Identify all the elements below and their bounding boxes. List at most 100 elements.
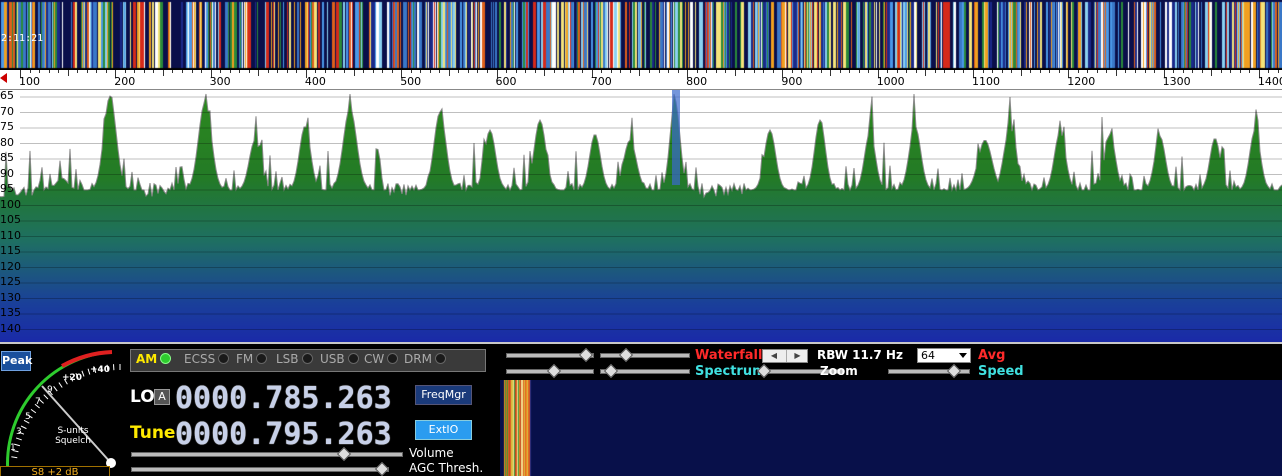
smeter-mode-label[interactable]: S-units Squelch (48, 426, 98, 446)
avg-select[interactable]: 64 (917, 348, 971, 363)
mode-button-lsb[interactable]: LSB (276, 352, 313, 370)
mode-button-label: USB (320, 352, 345, 366)
frequency-scale-label: 400 (304, 75, 326, 88)
frequency-scale-label: 1300 (1162, 75, 1191, 88)
frequency-scale-label: 800 (686, 75, 708, 88)
agc-threshold-slider-thumb[interactable] (375, 461, 390, 476)
rbw-decrease-icon[interactable]: ◀ (763, 350, 785, 362)
scale-minor-tick (267, 70, 269, 73)
scale-minor-tick (201, 70, 203, 73)
slider-thumb[interactable] (946, 363, 962, 379)
scale-minor-tick (1173, 70, 1175, 73)
spectrum-display[interactable] (0, 90, 1282, 342)
scale-minor-tick (887, 70, 889, 73)
slider-thumb[interactable] (546, 363, 562, 379)
db-scale-label: 95 (0, 182, 14, 195)
mode-button-ecss[interactable]: ECSS (184, 352, 230, 370)
scale-minor-tick (363, 70, 365, 73)
db-scale-label: 120 (0, 259, 21, 273)
scale-minor-tick (410, 70, 412, 73)
scale-minor-tick (353, 70, 355, 76)
db-scale-label: 65 (0, 89, 14, 102)
db-scale-label: 140 (0, 321, 21, 335)
scale-minor-tick (1087, 70, 1089, 73)
scale-minor-tick (906, 70, 908, 73)
scale-minor-tick (248, 70, 250, 73)
scale-minor-tick (601, 70, 603, 73)
mode-button-drm[interactable]: DRM (404, 352, 446, 370)
scale-minor-tick (830, 70, 832, 76)
waterfall-contrast-slider[interactable] (506, 347, 594, 363)
waterfall-time-label: 2:11:21 (1, 33, 44, 44)
mode-indicator-icon (434, 353, 446, 364)
scale-minor-tick (67, 70, 69, 76)
audio-waterfall[interactable] (500, 380, 1282, 476)
lo-a-button[interactable]: A (154, 389, 170, 405)
mode-button-am[interactable]: AM (136, 352, 172, 370)
scale-left-arrow-icon[interactable] (0, 73, 7, 83)
mode-button-cw[interactable]: CW (364, 352, 399, 370)
s-scale-label: 5 (25, 412, 31, 422)
slider-thumb[interactable] (578, 347, 594, 363)
db-scale-label: 125 (0, 275, 21, 288)
scale-minor-tick (486, 70, 488, 73)
speed-slider[interactable] (888, 363, 970, 379)
mode-indicator-icon (347, 353, 359, 364)
freqmgr-button[interactable]: FreqMgr (415, 385, 472, 405)
scale-minor-tick (992, 70, 994, 73)
rbw-label: RBW 11.7 Hz (817, 348, 903, 362)
frequency-scale-label: 300 (209, 75, 231, 88)
scale-minor-tick (1192, 70, 1194, 73)
scale-minor-tick (706, 70, 708, 73)
scale-minor-tick (220, 70, 222, 73)
slider-thumb[interactable] (603, 363, 619, 379)
scale-minor-tick (629, 70, 631, 73)
scale-minor-tick (553, 70, 555, 73)
scale-minor-tick (420, 70, 422, 73)
scale-minor-tick (134, 70, 136, 73)
scale-minor-tick (439, 70, 441, 73)
lo-frequency-display[interactable]: 0000.785.263 (175, 381, 392, 416)
waterfall-range-slider[interactable] (600, 347, 690, 363)
tune-frequency-display[interactable]: 0000.795.263 (175, 417, 392, 452)
rbw-increase-icon[interactable]: ▶ (786, 350, 808, 362)
scale-minor-tick (525, 70, 527, 73)
scale-minor-tick (820, 70, 822, 73)
scale-minor-tick (58, 70, 60, 73)
mode-button-label: AM (136, 352, 158, 366)
db-scale-label: 85 (0, 151, 14, 164)
mode-button-usb[interactable]: USB (320, 352, 359, 370)
frequency-scale-label: 200 (114, 75, 136, 88)
scale-minor-tick (744, 70, 746, 73)
scale-minor-tick (506, 70, 508, 73)
slider-thumb[interactable] (618, 347, 634, 363)
waterfall-display[interactable]: 2:11:21 (0, 0, 1282, 70)
scale-minor-tick (648, 70, 650, 73)
mode-indicator-icon (218, 353, 230, 364)
spectrum-range-slider[interactable] (600, 363, 690, 379)
avg-select-value: 64 (921, 349, 935, 362)
scale-minor-tick (1239, 70, 1241, 73)
frequency-scale-label: 1000 (876, 75, 905, 88)
frequency-scale[interactable]: 100 200 300 400 500 600 700 800 900 1000 1100 1200 1… (0, 70, 1282, 90)
scale-minor-tick (810, 70, 812, 73)
scale-minor-tick (696, 70, 698, 73)
frequency-scale-label: 1200 (1067, 75, 1096, 88)
mode-button-fm[interactable]: FM (236, 352, 268, 370)
agc-threshold-slider[interactable] (131, 461, 390, 476)
s-units-label: S-units (57, 426, 89, 436)
scale-minor-tick (344, 70, 346, 73)
scale-minor-tick (1277, 70, 1279, 73)
scale-minor-tick (963, 70, 965, 73)
frequency-scale-label: 100 (19, 75, 40, 88)
scale-minor-tick (1058, 70, 1060, 73)
scale-minor-tick (1211, 70, 1213, 76)
scale-minor-tick (515, 70, 517, 73)
volume-slider[interactable] (131, 446, 403, 462)
scale-minor-tick (277, 70, 279, 73)
scale-minor-tick (639, 70, 641, 76)
spectrum-contrast-slider[interactable] (506, 363, 594, 379)
scale-minor-tick (1077, 70, 1079, 73)
peak-button[interactable]: Peak (1, 351, 32, 371)
extio-button[interactable]: ExtIO (415, 420, 472, 440)
